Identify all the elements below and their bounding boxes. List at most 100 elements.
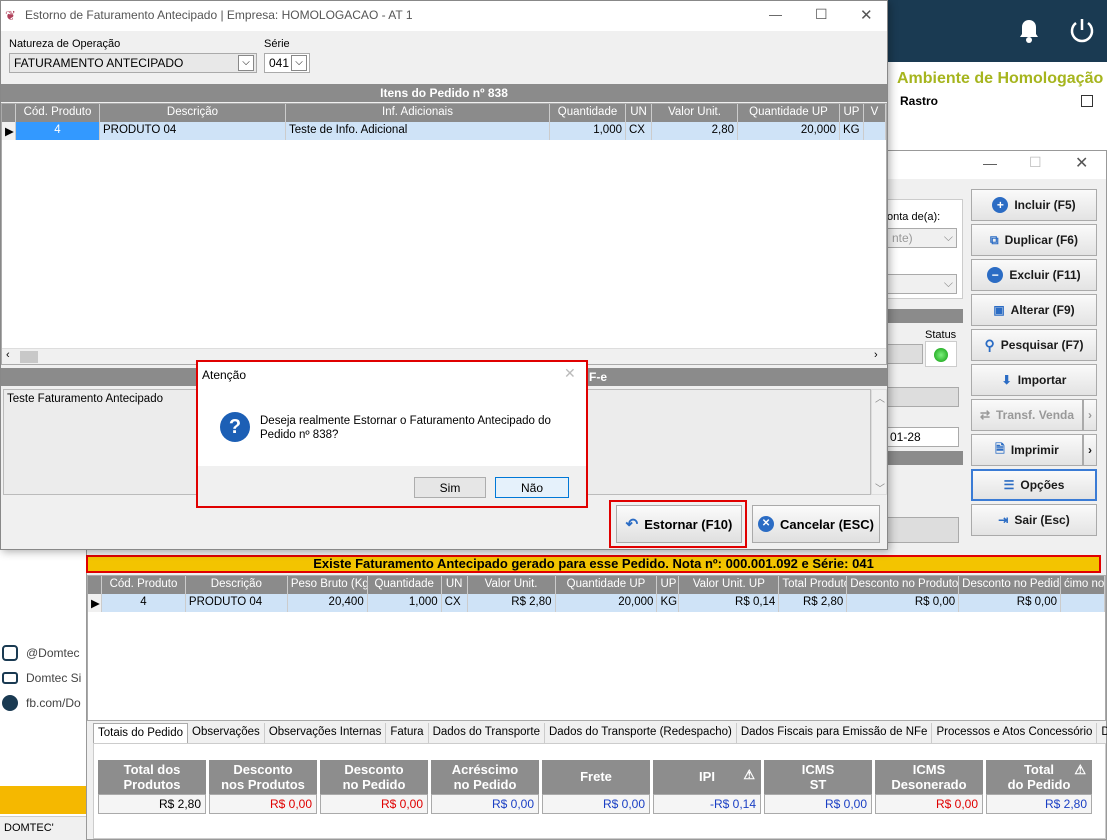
tab-dados-fiscais[interactable]: Dados Fiscais para Emissão de NFe xyxy=(737,723,933,743)
close-icon[interactable]: ✕ xyxy=(564,365,576,382)
total-label: Acréscimo xyxy=(451,762,519,777)
cell: PRODUTO 04 xyxy=(100,122,286,140)
youtube-icon xyxy=(2,672,18,684)
scroll-up-icon[interactable]: ︿ xyxy=(875,390,885,405)
col-header[interactable]: Descrição xyxy=(186,576,288,594)
conta-select[interactable]: nte) ⌵ xyxy=(887,228,957,248)
col-header[interactable]: Desconto no Pedido xyxy=(959,576,1062,594)
cell: R$ 0,00 xyxy=(959,594,1062,612)
col-header[interactable]: Valor Unit. xyxy=(468,576,556,594)
power-icon[interactable] xyxy=(1068,16,1096,44)
col-header[interactable]: Quantidade xyxy=(368,576,442,594)
col-header[interactable]: Valor Unit. xyxy=(652,104,738,122)
vertical-scrollbar[interactable]: ︿ ﹀ xyxy=(871,389,887,495)
col-header[interactable]: Peso Bruto (Kg) xyxy=(288,576,368,594)
button-label: Imprimir xyxy=(1010,443,1059,457)
duplicar-button[interactable]: ⧉ Duplicar (F6) xyxy=(971,224,1097,256)
col-header[interactable]: Valor Unit. UP xyxy=(679,576,780,594)
alterar-button[interactable]: ▣ Alterar (F9) xyxy=(971,294,1097,326)
table-row[interactable]: ▶ 4 PRODUTO 04 Teste de Info. Adicional … xyxy=(2,122,886,140)
maximize-icon[interactable]: ☐ xyxy=(1029,154,1042,171)
total-label: do Pedido xyxy=(1007,777,1071,792)
grid-corner xyxy=(88,576,102,594)
tab-more[interactable]: D xyxy=(1097,723,1107,743)
transf-venda-arrow[interactable]: › xyxy=(1083,399,1097,431)
close-icon[interactable]: ✕ xyxy=(1075,153,1088,173)
col-header[interactable]: V xyxy=(864,104,886,122)
imprimir-arrow[interactable]: › xyxy=(1083,434,1097,466)
tab-processos[interactable]: Processos e Atos Concessório xyxy=(932,723,1098,743)
social-instagram[interactable]: @Domtec xyxy=(2,645,80,661)
field-box[interactable] xyxy=(887,387,959,407)
total-header: ICMS ST xyxy=(764,760,872,794)
warning-icon[interactable]: ⚠ xyxy=(743,760,755,790)
scroll-right-icon[interactable]: › xyxy=(874,349,878,361)
col-header[interactable]: UP xyxy=(840,104,864,122)
incluir-button[interactable]: + Incluir (F5) xyxy=(971,189,1097,221)
natureza-select[interactable]: FATURAMENTO ANTECIPADO ⌵ xyxy=(9,53,257,73)
maximize-icon[interactable]: ☐ xyxy=(815,6,828,23)
items-section-header: Itens do Pedido nº 838 xyxy=(1,84,887,102)
minimize-icon[interactable]: — xyxy=(769,7,782,22)
warning-icon[interactable]: ⚠ xyxy=(1074,762,1086,777)
transf-venda-button[interactable]: ⇄ Transf. Venda xyxy=(971,399,1083,431)
pesquisar-button[interactable]: ⚲ Pesquisar (F7) xyxy=(971,329,1097,361)
col-header[interactable]: Quantidade UP xyxy=(738,104,840,122)
date-field[interactable]: 01-28 xyxy=(887,427,959,447)
tab-totais[interactable]: Totais do Pedido xyxy=(93,723,189,743)
scroll-down-icon[interactable]: ﹀ xyxy=(875,480,885,495)
importar-button[interactable]: ⬇ Importar xyxy=(971,364,1097,396)
opcoes-button[interactable]: ☰ Opções xyxy=(971,469,1097,501)
table-row[interactable]: ▶ 4 PRODUTO 04 20,400 1,000 CX R$ 2,80 2… xyxy=(88,594,1105,612)
sair-button[interactable]: ⇥ Sair (Esc) xyxy=(971,504,1097,536)
col-header[interactable]: Inf. Adicionais xyxy=(286,104,550,122)
tab-observacoes[interactable]: Observações xyxy=(188,723,265,743)
tab-fatura[interactable]: Fatura xyxy=(386,723,429,743)
cell xyxy=(864,122,886,140)
excluir-button[interactable]: − Excluir (F11) xyxy=(971,259,1097,291)
close-icon[interactable]: ✕ xyxy=(860,6,873,24)
total-value: R$ 2,80 xyxy=(986,794,1092,814)
social-facebook[interactable]: fb.com/Do xyxy=(2,695,81,711)
field-box[interactable] xyxy=(887,344,923,364)
col-header[interactable]: Quantidade xyxy=(550,104,626,122)
col-header[interactable]: Descrição xyxy=(100,104,286,122)
nao-button[interactable]: Não xyxy=(495,477,569,498)
rastro-checkbox[interactable] xyxy=(1081,95,1093,107)
col-header[interactable]: UN xyxy=(442,576,468,594)
status-box xyxy=(925,341,957,367)
cell: CX xyxy=(442,594,468,612)
bell-icon[interactable] xyxy=(1018,18,1040,44)
total-label: Desonerado xyxy=(891,777,967,792)
social-youtube[interactable]: Domtec Si xyxy=(2,671,81,685)
col-header[interactable]: Total Produto xyxy=(779,576,848,594)
tab-redespacho[interactable]: Dados do Transporte (Redespacho) xyxy=(545,723,737,743)
estornar-button[interactable]: ↶ Estornar (F10) xyxy=(616,505,742,543)
button-label: Transf. Venda xyxy=(996,408,1075,422)
minimize-icon[interactable]: — xyxy=(983,155,997,171)
undo-icon: ↶ xyxy=(625,516,639,533)
sim-button[interactable]: Sim xyxy=(414,477,486,498)
col-header[interactable]: UP xyxy=(657,576,680,594)
scroll-thumb[interactable] xyxy=(20,351,38,363)
second-select[interactable]: ⌵ xyxy=(887,274,957,294)
col-header[interactable]: Quantidade UP xyxy=(556,576,658,594)
section-header xyxy=(887,451,963,465)
button-label: Pesquisar (F7) xyxy=(1000,338,1084,352)
cancelar-button[interactable]: ✕ Cancelar (ESC) xyxy=(752,505,880,543)
col-header[interactable]: Desconto no Produto xyxy=(847,576,960,594)
edit-icon: ▣ xyxy=(993,303,1005,317)
facebook-icon xyxy=(2,695,18,711)
serie-select[interactable]: 041 ⌵ xyxy=(264,53,310,73)
col-header[interactable]: ćimo no I xyxy=(1061,576,1105,594)
chevron-down-icon: ⌵ xyxy=(238,55,254,71)
field-box[interactable] xyxy=(887,517,959,543)
tab-observacoes-internas[interactable]: Observações Internas xyxy=(265,723,387,743)
col-header[interactable]: UN xyxy=(626,104,652,122)
col-header[interactable]: Cód. Produto xyxy=(16,104,100,122)
tab-transporte[interactable]: Dados do Transporte xyxy=(429,723,545,743)
col-header[interactable]: Cód. Produto xyxy=(102,576,186,594)
imprimir-button[interactable]: 🗎 Imprimir xyxy=(971,434,1083,466)
scroll-left-icon[interactable]: ‹ xyxy=(6,349,10,361)
print-icon: 🗎 xyxy=(995,441,1005,456)
